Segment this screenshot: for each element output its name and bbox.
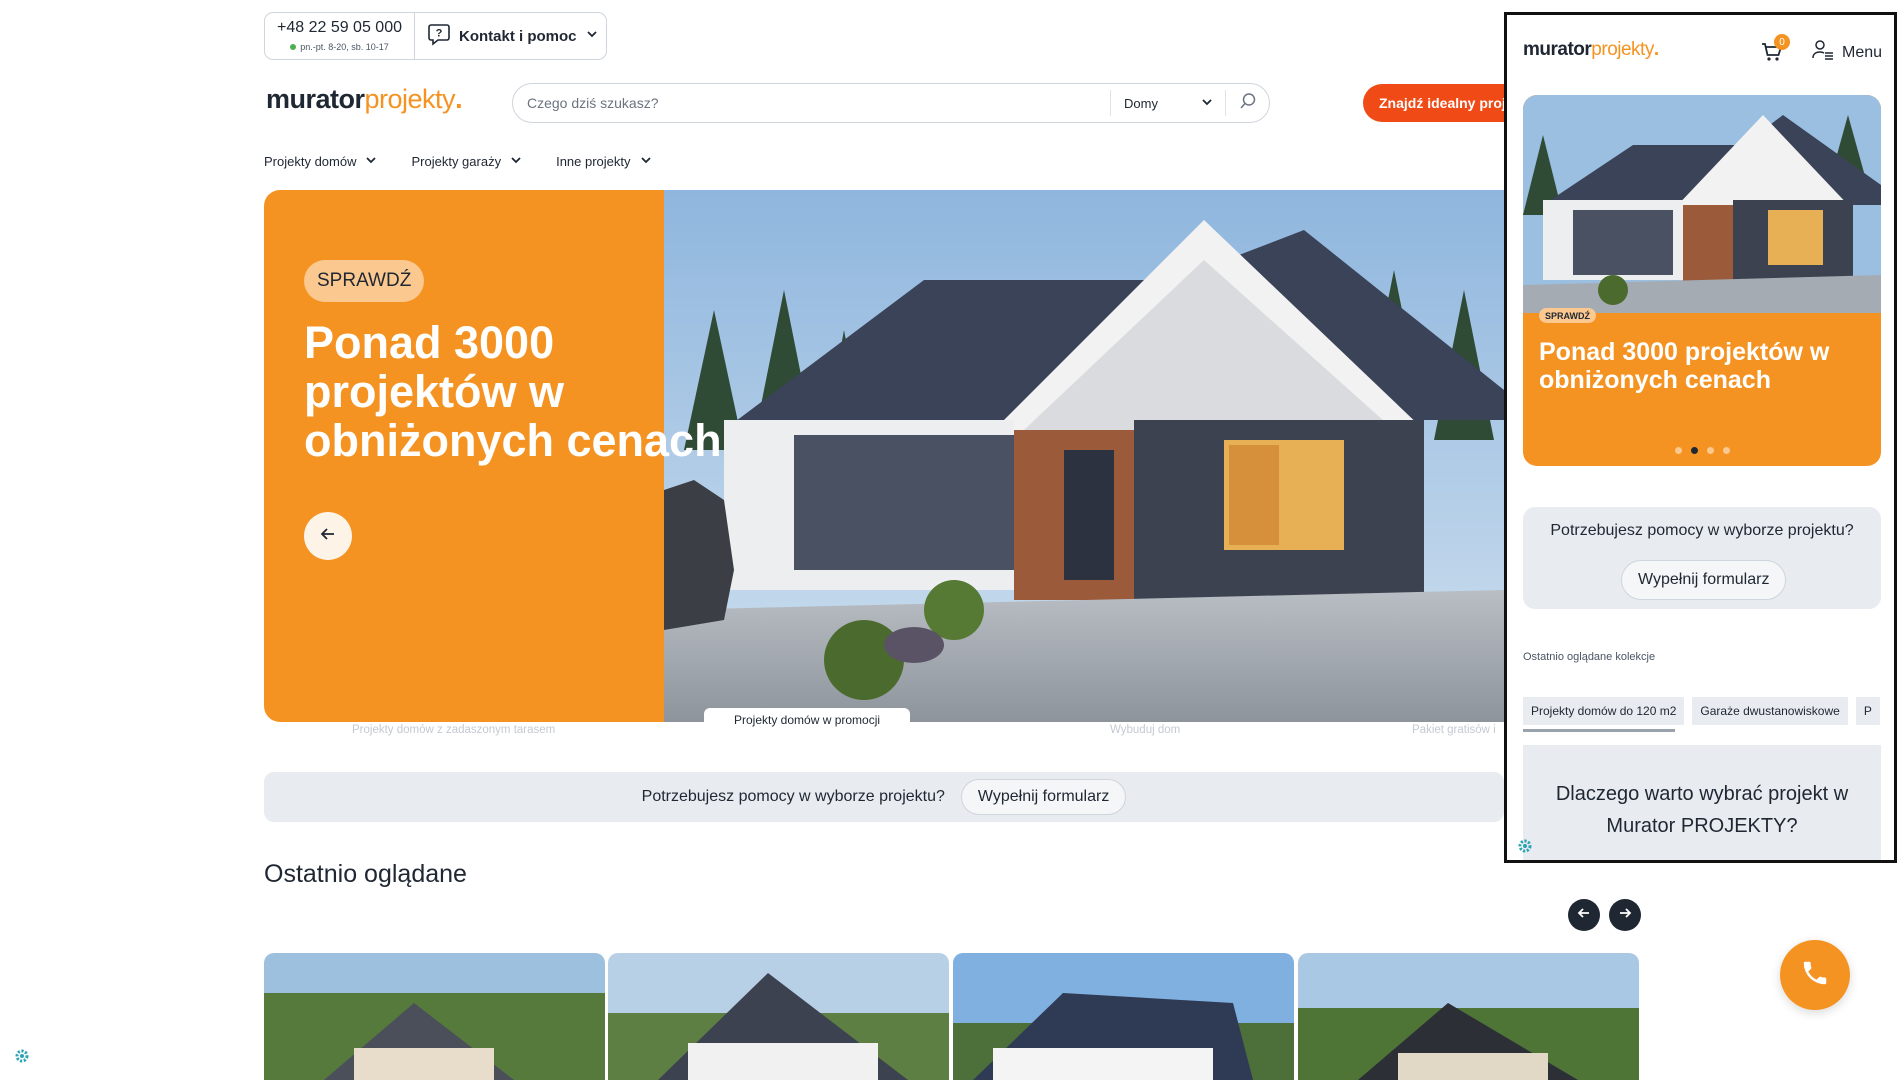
cart-count-badge: 0 [1774,34,1790,50]
arrow-left-icon [319,525,337,548]
nav-item-inne-projekty[interactable]: Inne projekty [556,153,652,170]
menu-button[interactable]: Menu [1812,39,1882,66]
carousel-dot[interactable] [1674,447,1682,454]
logo-part-1: murator [1523,39,1592,60]
svg-text:?: ? [436,28,443,40]
contact-help-label: Kontakt i pomoc [459,27,577,45]
mobile-recent-chips: Projekty domów do 120 m2 Garaże dwustano… [1523,697,1883,727]
nav-item-label: Inne projekty [556,154,631,169]
search-input[interactable] [513,85,1110,121]
user-menu-icon [1812,39,1834,66]
search-category-value: Domy [1124,95,1158,111]
chevron-down-icon [364,153,378,170]
carousel-dot[interactable] [1706,447,1714,454]
hero-tab[interactable]: Projekty domów z zadaszonym tarasem [352,724,555,736]
help-bar: Potrzebujesz pomocy w wyborze projektu? … [264,772,1504,822]
collection-chip[interactable]: Garaże dwustanowiskowe [1692,697,1848,725]
hours-text: pn.-pt. 8-20, sb. 10-17 [300,42,389,52]
arrow-left-icon [1577,906,1591,925]
recent-card[interactable] [608,953,949,1080]
arrow-right-icon [1618,906,1632,925]
chevron-down-icon [1201,96,1213,111]
search-category-select[interactable]: Domy [1110,90,1225,116]
hero-house-image [664,190,1504,722]
logo-part-2: projekty [364,84,456,114]
hero-tab-active[interactable]: Projekty domów w promocji [704,708,911,731]
mobile-help-question: Potrzebujesz pomocy w wyborze projektu? [1550,522,1854,539]
chevron-down-icon [639,153,653,170]
mobile-logo[interactable]: muratorprojekty. [1523,39,1659,61]
hero-title: Ponad 3000 projektów w obniżonych cenach [304,317,722,466]
mobile-hero-title: Ponad 3000 projektów w obniżonych cenach [1539,338,1830,394]
fill-form-button[interactable]: Wypełnij formularz [960,779,1127,815]
nav-item-label: Projekty garaży [411,154,502,169]
carousel-dot-active[interactable] [1690,447,1698,454]
menu-label: Menu [1842,43,1883,61]
opening-hours: pn.-pt. 8-20, sb. 10-17 [265,42,414,52]
chevron-down-icon [585,27,599,45]
nav-item-projekty-garazy[interactable]: Projekty garaży [411,153,523,170]
logo[interactable]: muratorprojekty. [266,84,463,115]
collection-chip[interactable]: P [1855,697,1880,725]
recent-title: Ostatnio oglądane [264,860,467,888]
phone-number[interactable]: +48 22 59 05 000 [265,19,414,37]
help-bubble-icon: ? [427,22,451,50]
search-icon [1239,92,1257,115]
search-bar: Domy [512,83,1270,123]
mobile-fill-form-button[interactable]: Wypełnij formularz [1621,560,1787,600]
help-question: Potrzebujesz pomocy w wyborze projektu? [641,788,945,805]
logo-dot: . [455,84,463,114]
find-project-button[interactable]: Znajdź idealny proj [1363,84,1523,122]
contact-box: +48 22 59 05 000 pn.-pt. 8-20, sb. 10-17… [264,12,607,60]
contact-phone[interactable]: +48 22 59 05 000 pn.-pt. 8-20, sb. 10-17 [265,13,415,59]
mobile-hero-image [1523,95,1881,313]
collection-chip[interactable]: Projekty domów do 120 m2 [1523,697,1685,725]
logo-dot: . [1653,39,1659,60]
contact-help-button[interactable]: ? Kontakt i pomoc [415,13,606,59]
hero-badge: SPRAWDŹ [304,260,425,302]
chip-scroll-indicator [1523,729,1675,732]
nav-item-label: Projekty domów [264,154,357,169]
call-button[interactable] [1780,940,1850,1010]
recent-card[interactable] [1298,953,1639,1080]
nav-item-projekty-domow[interactable]: Projekty domów [264,153,378,170]
recent-next-button[interactable] [1609,899,1641,931]
gear-icon[interactable] [14,1048,30,1069]
hero-tab[interactable]: Wybuduj dom [1110,724,1180,736]
status-dot [290,44,297,50]
mobile-recent-label: Ostatnio oglądane kolekcje [1523,651,1656,663]
mobile-hero-badge: SPRAWDŹ [1539,308,1596,323]
mobile-help-box: Potrzebujesz pomocy w wyborze projektu? … [1523,507,1881,609]
recent-prev-button[interactable] [1568,899,1600,931]
logo-part-1: murator [266,84,365,114]
carousel-dots [1523,447,1881,454]
recent-card[interactable] [953,953,1294,1080]
recent-card[interactable] [264,953,605,1080]
hero-tabs: Projekty domów z zadaszonym tarasem Proj… [264,708,1504,744]
page: +48 22 59 05 000 pn.-pt. 8-20, sb. 10-17… [0,0,1901,1080]
mobile-hero-banner[interactable]: SPRAWDŹ Ponad 3000 projektów w obniżonyc… [1523,95,1881,466]
hero-banner[interactable]: SPRAWDŹ Ponad 3000 projektów w obniżonyc… [264,190,1504,722]
main-nav: Projekty domów Projekty garaży Inne proj… [264,153,686,170]
phone-icon [1800,958,1830,993]
logo-part-2: projekty [1591,39,1654,60]
cart-button[interactable]: 0 [1760,34,1790,69]
hero-tab[interactable]: Pakiet gratisów i [1412,724,1496,736]
cart-icon [1760,43,1784,68]
search-button[interactable] [1225,90,1269,116]
mobile-preview: muratorprojekty. 0 Menu SPRAWDŹ Ponad 30… [1504,12,1897,863]
mobile-why-title: Dlaczego warto wybrać projekt w Murator … [1523,745,1881,860]
chevron-down-icon [509,153,523,170]
carousel-dot[interactable] [1722,447,1730,454]
hero-prev-button[interactable] [304,512,352,560]
gear-icon[interactable] [1517,838,1533,859]
